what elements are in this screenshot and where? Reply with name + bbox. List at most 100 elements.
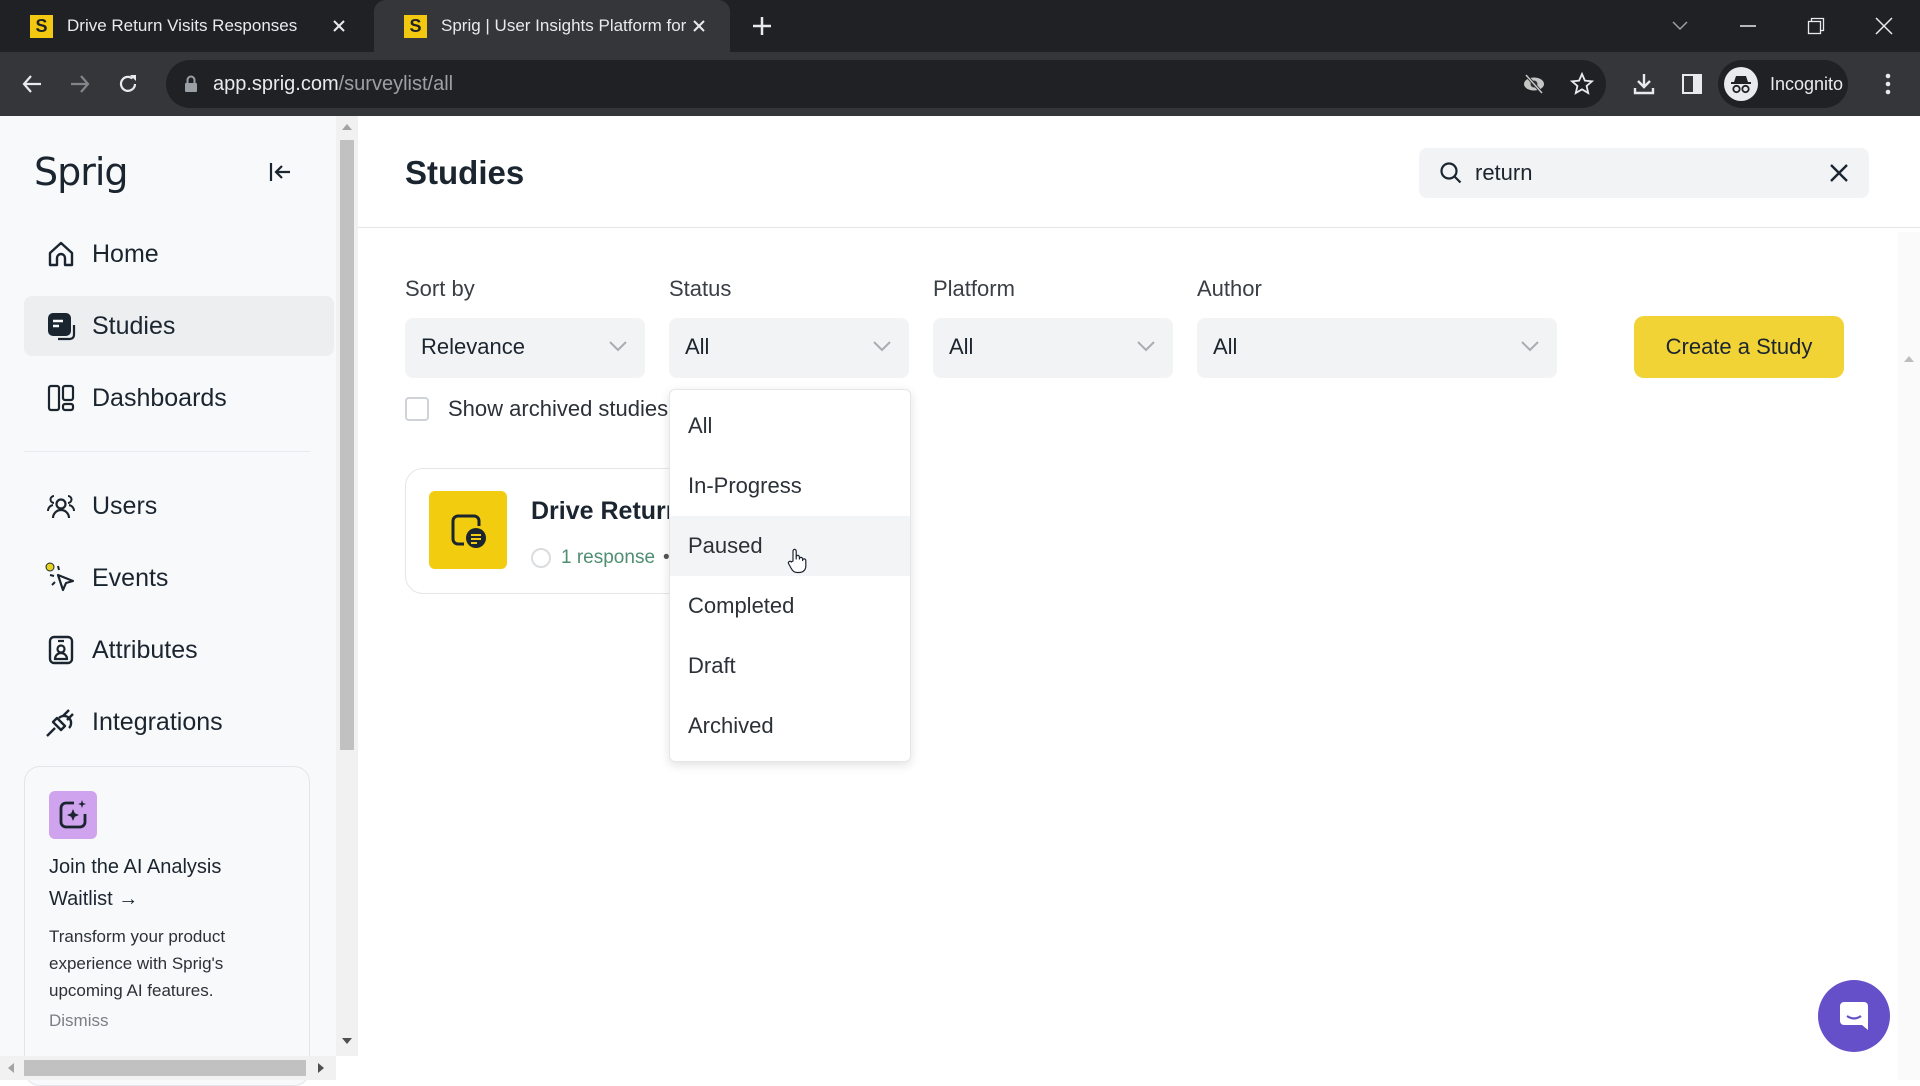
scroll-down-arrow-icon[interactable] <box>342 1038 352 1044</box>
scroll-right-arrow-icon[interactable] <box>318 1063 324 1073</box>
sidebar-item-dashboards[interactable]: Dashboards <box>24 368 334 428</box>
sidepanel-icon[interactable] <box>1676 68 1708 100</box>
sidebar-item-label: Attributes <box>92 635 198 664</box>
incognito-profile-button[interactable]: Incognito <box>1718 60 1848 108</box>
lock-icon <box>184 75 198 93</box>
sidebar-item-label: Dashboards <box>92 383 227 412</box>
browser-tab[interactable]: S Drive Return Visits Responses <box>0 0 370 52</box>
close-tab-icon[interactable] <box>328 15 350 37</box>
minimize-icon[interactable] <box>1730 8 1766 44</box>
status-option-draft[interactable]: Draft <box>670 636 910 696</box>
studies-icon <box>44 309 78 343</box>
page-title: Studies <box>405 154 525 191</box>
sidebar-item-attributes[interactable]: Attributes <box>24 620 334 680</box>
events-icon <box>44 561 78 595</box>
show-archived-label: Show archived studies <box>448 396 669 421</box>
url-text: app.sprig.com/surveylist/all <box>213 73 453 96</box>
main-content: Studies Sort by Relevance Status All Pla… <box>358 116 1920 1080</box>
users-icon <box>44 489 78 523</box>
sidebar-item-label: Events <box>92 563 169 592</box>
response-count[interactable]: 1 response <box>561 547 655 569</box>
close-tab-icon[interactable] <box>688 15 710 37</box>
dashboards-icon <box>44 381 78 415</box>
sidebar-item-users[interactable]: Users <box>24 476 334 536</box>
sort-by-label: Sort by <box>405 276 475 301</box>
status-option-in-progress[interactable]: In-Progress <box>670 456 910 516</box>
platform-label: Platform <box>933 276 1015 301</box>
promo-title-link[interactable]: Join the AI Analysis Waitlist → <box>49 851 289 915</box>
chat-icon <box>1840 1002 1868 1030</box>
restore-icon[interactable] <box>1798 8 1834 44</box>
sprig-favicon: S <box>404 14 427 38</box>
show-archived-toggle[interactable]: Show archived studies <box>405 396 668 422</box>
status-dropdown-menu: All In-Progress Paused Completed Draft A… <box>669 389 911 762</box>
show-archived-checkbox[interactable] <box>405 397 429 421</box>
sidebar-vertical-scrollbar[interactable] <box>336 116 358 1056</box>
status-option-completed[interactable]: Completed <box>670 576 910 636</box>
kebab-menu-icon[interactable] <box>1872 68 1904 100</box>
header-divider <box>358 227 1920 228</box>
author-value: All <box>1213 334 1238 359</box>
chevron-down-icon <box>873 340 891 352</box>
chevron-down-icon <box>609 340 627 352</box>
dismiss-promo-button[interactable]: Dismiss <box>49 1011 109 1031</box>
status-select[interactable]: All <box>669 318 909 378</box>
search-input[interactable] <box>1475 156 1815 190</box>
chevron-down-icon <box>1137 340 1155 352</box>
ai-sparkle-icon <box>49 791 97 839</box>
scrollbar-thumb[interactable] <box>340 140 354 750</box>
browser-tab-active[interactable]: S Sprig | User Insights Platform for <box>374 0 730 52</box>
url-path: /surveylist/all <box>338 73 454 95</box>
sprig-logo[interactable]: Sprig <box>34 150 129 194</box>
sidebar-item-integrations[interactable]: Integrations <box>24 692 334 752</box>
create-study-button[interactable]: Create a Study <box>1634 316 1844 378</box>
reload-icon[interactable] <box>112 68 144 100</box>
sprig-favicon: S <box>30 14 53 38</box>
search-box[interactable] <box>1419 148 1869 198</box>
status-option-all[interactable]: All <box>670 396 910 456</box>
sidebar-horizontal-scrollbar[interactable] <box>0 1056 336 1080</box>
author-label: Author <box>1197 276 1262 301</box>
sort-by-select[interactable]: Relevance <box>405 318 645 378</box>
sidebar-item-label: Users <box>92 491 158 520</box>
scrollbar-thumb[interactable] <box>24 1060 306 1076</box>
author-select[interactable]: All <box>1197 318 1557 378</box>
sidebar-item-events[interactable]: Events <box>24 548 334 608</box>
collapse-sidebar-icon[interactable] <box>266 158 294 186</box>
sidebar-item-label: Studies <box>92 311 176 340</box>
clear-search-icon[interactable] <box>1827 161 1851 185</box>
address-bar[interactable]: app.sprig.com/surveylist/all <box>166 60 1606 108</box>
nav-divider <box>24 451 310 452</box>
star-icon[interactable] <box>1570 72 1594 96</box>
browser-toolbar: app.sprig.com/surveylist/all Incognito <box>0 52 1920 116</box>
integrations-icon <box>44 705 78 739</box>
status-option-archived[interactable]: Archived <box>670 696 910 756</box>
scroll-left-arrow-icon[interactable] <box>8 1063 14 1073</box>
back-icon[interactable] <box>16 68 48 100</box>
home-icon <box>44 237 78 271</box>
tab-title: Sprig | User Insights Platform for <box>441 16 687 35</box>
status-circle-icon <box>531 548 551 568</box>
support-chat-button[interactable] <box>1818 980 1890 1052</box>
tab-search-icon[interactable] <box>1662 8 1698 44</box>
sidebar: Sprig Home Studies Dashboards Users Even… <box>0 116 336 1086</box>
scroll-up-arrow-icon[interactable] <box>1904 356 1914 362</box>
download-icon[interactable] <box>1628 68 1660 100</box>
browser-tabstrip: S Drive Return Visits Responses S Sprig … <box>0 0 1920 52</box>
sidebar-item-studies[interactable]: Studies <box>24 296 334 356</box>
new-tab-button[interactable] <box>748 12 776 40</box>
search-icon <box>1439 161 1463 185</box>
sidebar-item-home[interactable]: Home <box>24 224 334 284</box>
close-window-icon[interactable] <box>1866 8 1902 44</box>
main-vertical-scrollbar[interactable] <box>1898 232 1920 1080</box>
platform-select[interactable]: All <box>933 318 1173 378</box>
eye-off-icon[interactable] <box>1522 72 1546 96</box>
platform-value: All <box>949 334 974 359</box>
study-icon <box>429 491 507 569</box>
forward-icon[interactable] <box>64 68 96 100</box>
status-label: Status <box>669 276 732 301</box>
sidebar-item-label: Integrations <box>92 707 223 736</box>
promo-description: Transform your product experience with S… <box>49 927 226 1000</box>
incognito-label: Incognito <box>1770 73 1844 94</box>
scroll-up-arrow-icon[interactable] <box>342 124 352 130</box>
